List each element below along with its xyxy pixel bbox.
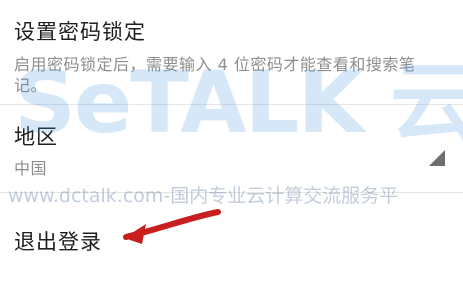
password-lock-description: 启用密码锁定后，需要输入 4 位密码才能查看和搜索笔记。	[14, 55, 416, 95]
divider	[0, 192, 463, 193]
region-value: 中国	[14, 159, 48, 178]
region-title: 地区	[14, 125, 58, 149]
password-lock-title: 设置密码锁定	[14, 20, 146, 44]
logout-title: 退出登录	[14, 230, 102, 254]
dropdown-corner-icon	[429, 150, 445, 166]
red-arrow-icon	[123, 209, 221, 244]
divider	[0, 104, 463, 105]
